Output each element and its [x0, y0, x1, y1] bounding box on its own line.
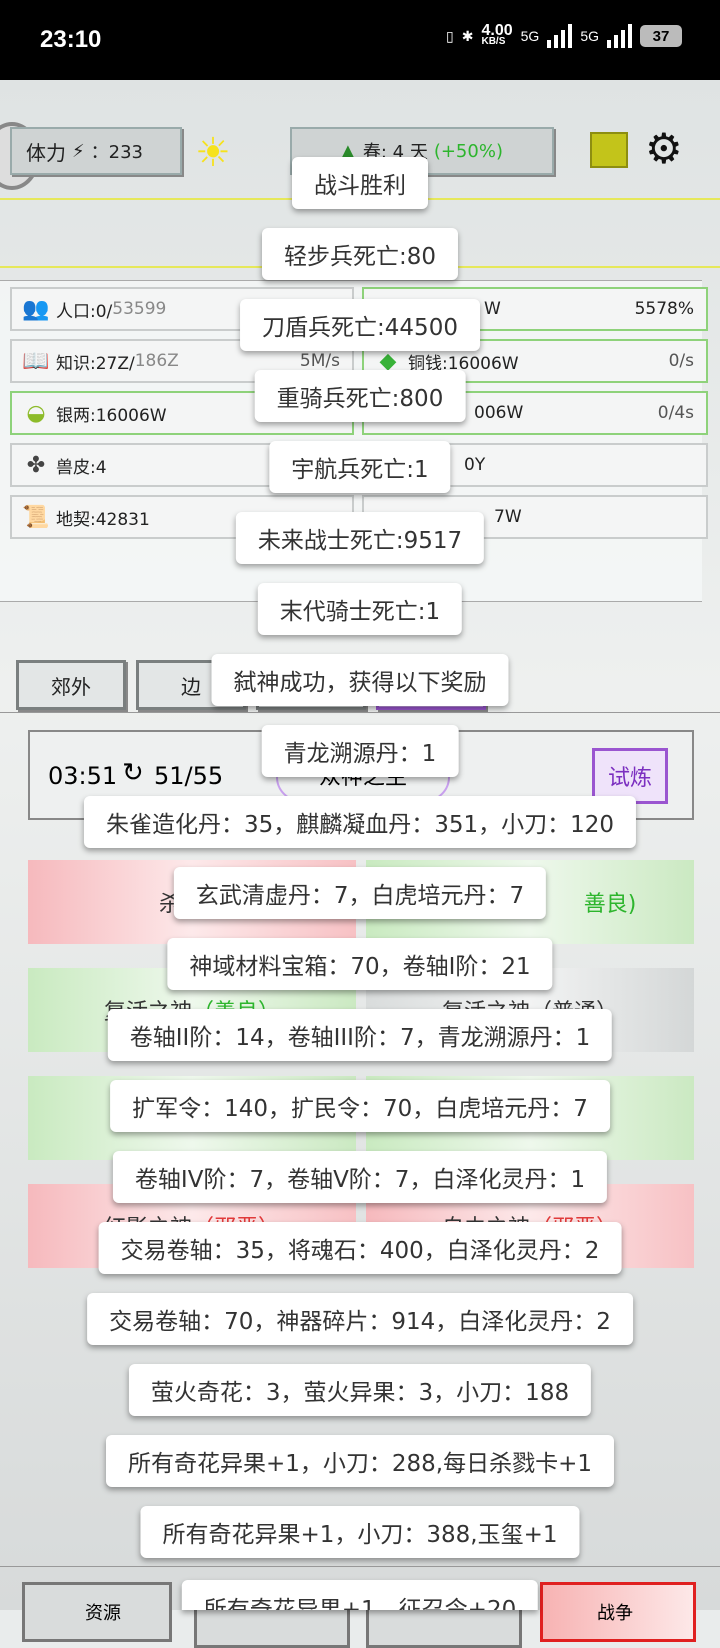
network-type-2: 5G: [580, 28, 599, 44]
people-icon: 👥: [22, 296, 50, 322]
toast-message: 交易卷轴：70，神器碎片：914，白泽化灵丹：2: [87, 1293, 633, 1345]
refresh-icon: ↻: [122, 758, 144, 788]
toast-message: 萤火奇花：3，萤火异果：3，小刀：188: [128, 1364, 592, 1416]
toast-message: 所有奇花异果+1，小刀：288,每日杀戮卡+1: [105, 1435, 615, 1487]
tab-suburbs[interactable]: 郊外: [16, 660, 126, 710]
toast-message: 青龙溯源丹：1: [261, 725, 459, 777]
network-type-1: 5G: [520, 28, 540, 44]
toast-message: 宇航兵死亡:1: [269, 441, 451, 493]
toast-message: 末代骑士死亡:1: [257, 583, 463, 635]
hide-icon: ✤: [26, 452, 46, 478]
clock: 23:10: [40, 26, 102, 53]
toast-message: 战斗胜利: [292, 157, 428, 209]
toast-message: 交易卷轴：35，将魂石：400，白泽化灵丹：2: [98, 1222, 622, 1274]
book-icon: 📖: [22, 348, 50, 374]
event-count: 51/55: [154, 762, 224, 790]
toast-message: 未来战士死亡:9517: [235, 512, 485, 564]
season-bonus: (+50%): [433, 140, 503, 162]
lightning-icon: ⚡: [72, 140, 85, 162]
nav-resources[interactable]: 资源: [22, 1582, 172, 1642]
stamina-box: 体力 ⚡ ：233: [10, 127, 182, 175]
scroll-icon: 📜: [22, 504, 50, 530]
stamina-label: 体力: [26, 140, 66, 165]
signal-icon: [547, 24, 573, 48]
divider-line: [0, 712, 720, 713]
event-timer: 03:51: [48, 762, 118, 790]
toast-message: 卷轴II阶：14，卷轴III阶：7，青龙溯源丹：1: [107, 1009, 613, 1061]
gift-icon[interactable]: [590, 132, 628, 168]
toast-message: 刀盾兵死亡:44500: [240, 299, 480, 351]
bluetooth-icon: ✱: [461, 27, 474, 44]
toast-message: 所有奇花异果+1，征召令+20: [181, 1580, 539, 1610]
bottom-divider: [0, 1566, 720, 1567]
toast-message: 扩军令：140，扩民令：70，白虎培元丹：7: [110, 1080, 610, 1132]
status-icons: ▯ ✱ 4.00 KB/S 5G 5G 37: [446, 22, 682, 48]
stamina-value: ：233: [90, 142, 143, 163]
toast-message: 朱雀造化丹：35，麒麟凝血丹：351，小刀：120: [83, 796, 637, 848]
status-bar: 23:10 ▯ ✱ 4.00 KB/S 5G 5G 37: [0, 0, 720, 80]
battery-icon: 37: [640, 25, 682, 47]
gear-icon[interactable]: ⚙: [645, 124, 683, 173]
toast-message: 所有奇花异果+1，小刀：388,玉玺+1: [140, 1506, 580, 1558]
toast-message: 卷轴IV阶：7，卷轴V阶：7，白泽化灵丹：1: [112, 1151, 608, 1203]
network-speed: 4.00 KB/S: [481, 22, 513, 48]
toast-message: 弑神成功，获得以下奖励: [211, 654, 509, 706]
signal-icon-2: [607, 24, 632, 48]
toast-message: 神域材料宝箱：70，卷轴I阶：21: [167, 938, 553, 990]
silver-ingot-icon: ◒: [26, 400, 46, 426]
toast-message: 玄武清虚丹：7，白虎培元丹：7: [173, 867, 547, 919]
toast-message: 重骑兵死亡:800: [254, 370, 466, 422]
vibrate-icon: ▯: [446, 27, 454, 44]
nav-war[interactable]: 战争: [540, 1582, 696, 1642]
toast-message: 轻步兵死亡:80: [261, 228, 459, 280]
sun-icon: ☀: [195, 130, 231, 176]
